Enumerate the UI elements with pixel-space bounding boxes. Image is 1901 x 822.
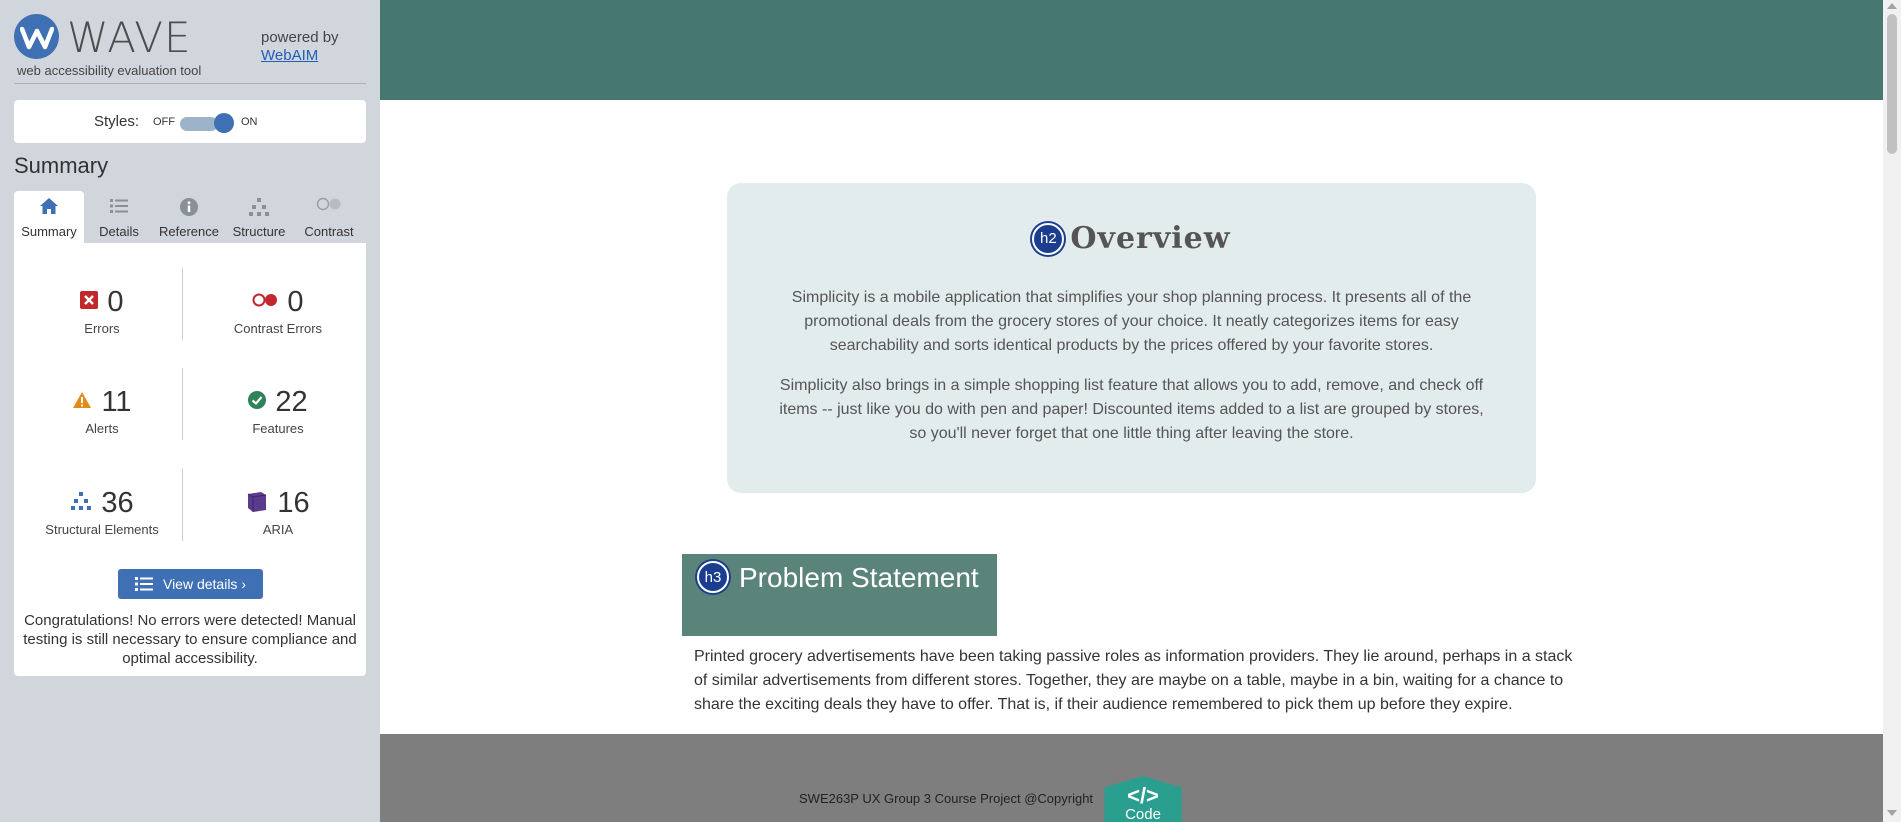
contrast-errors-label: Contrast Errors [233, 321, 323, 336]
structure-icon [224, 197, 294, 217]
summary-heading: Summary [14, 153, 109, 178]
problem-statement-title: Problem Statement [739, 562, 979, 593]
list-icon [84, 197, 154, 217]
problem-statement-heading: Problem Statement h3 [682, 554, 997, 636]
scroll-thumb[interactable] [1887, 14, 1897, 154]
errors-label: Errors [84, 321, 120, 336]
stat-divider [182, 368, 183, 440]
info-icon [154, 197, 224, 217]
structural-count: 36 [101, 486, 134, 519]
feature-icon [248, 390, 267, 414]
structure-icon [70, 491, 92, 516]
scroll-up-arrow-icon[interactable] [1887, 3, 1897, 9]
wave-tagline: web accessibility evaluation tool [17, 63, 202, 78]
tab-summary[interactable]: Summary [14, 191, 84, 243]
tab-contrast-label: Contrast [304, 224, 354, 239]
overview-title: Overview [1070, 221, 1231, 256]
wave-sidebar: WAVE web accessibility evaluation tool p… [0, 0, 380, 822]
stat-errors[interactable]: 0 Errors [22, 285, 182, 336]
contrast-icon [294, 197, 364, 217]
powered-by: powered by WebAIM [261, 29, 339, 65]
styles-toggle-knob[interactable] [214, 113, 234, 133]
features-label: Features [252, 421, 304, 436]
tab-structure[interactable]: Structure [224, 191, 294, 243]
stat-divider [182, 268, 183, 340]
tab-reference-label: Reference [159, 224, 219, 239]
alert-icon [72, 391, 92, 414]
styles-label: Styles: [94, 113, 140, 130]
list-icon [134, 577, 153, 591]
wave-logo-text: WAVE [67, 13, 192, 62]
aria-count: 16 [277, 486, 310, 519]
tab-contrast[interactable]: Contrast [294, 191, 364, 243]
tab-summary-label: Summary [21, 224, 77, 239]
overview-heading: h2 Overview [727, 221, 1536, 256]
overview-paragraph-2: Simplicity also brings in a simple shopp… [779, 377, 1484, 442]
wave-logo-icon[interactable] [14, 14, 59, 59]
styles-on-label: ON [241, 116, 258, 128]
errors-count: 0 [107, 285, 124, 318]
page-scrollbar[interactable] [1883, 0, 1901, 822]
features-count: 22 [275, 385, 308, 418]
code-label: Code [1125, 806, 1161, 822]
tab-details-label: Details [99, 224, 139, 239]
home-icon [14, 197, 84, 217]
stat-aria[interactable]: 16 ARIA [198, 486, 358, 537]
problem-statement-paragraph: Printed grocery advertisements have been… [694, 648, 1573, 713]
site-header [380, 0, 1883, 100]
view-details-button[interactable]: View details › [118, 569, 263, 599]
stat-divider [182, 469, 183, 541]
wave-tabs: Summary Details Reference Structure Cont… [14, 191, 366, 243]
structural-label: Structural Elements [45, 522, 159, 537]
webaim-link[interactable]: WebAIM [261, 47, 318, 64]
styles-toggle[interactable] [180, 117, 218, 131]
site-footer: SWE263P UX Group 3 Course Project @Copyr… [380, 734, 1883, 822]
aria-icon [246, 490, 268, 517]
stat-alerts[interactable]: 11 Alerts [22, 385, 182, 436]
stat-features[interactable]: 22 Features [198, 385, 358, 436]
powered-by-label: powered by [261, 29, 339, 46]
h2-badge-icon[interactable]: h2 [1032, 222, 1065, 255]
overview-paragraph-1: Simplicity is a mobile application that … [791, 289, 1472, 354]
scroll-down-arrow-icon[interactable] [1887, 810, 1897, 816]
styles-toggle-box: Styles: OFF ON [14, 100, 366, 143]
congrats-message: Congratulations! No errors were detected… [23, 612, 357, 667]
view-details-label: View details › [162, 576, 246, 592]
overview-card: h2 Overview Simplicity is a mobile appli… [727, 183, 1536, 493]
footer-copyright: SWE263P UX Group 3 Course Project @Copyr… [799, 791, 1094, 806]
styles-off-label: OFF [153, 116, 175, 128]
summary-panel: 0 Errors 0 Contrast Errors 11 Alerts 22 … [14, 243, 366, 676]
error-icon [80, 290, 99, 314]
contrast-errors-count: 0 [287, 285, 304, 318]
code-link[interactable]: </> Code [1104, 776, 1182, 822]
tab-structure-label: Structure [232, 224, 286, 239]
alerts-label: Alerts [85, 421, 119, 436]
aria-label: ARIA [262, 522, 294, 537]
alerts-count: 11 [101, 385, 132, 418]
page-content: h2 Overview Simplicity is a mobile appli… [380, 0, 1883, 822]
code-icon: </> [1127, 783, 1159, 808]
contrast-error-icon [252, 293, 278, 312]
stat-contrast-errors[interactable]: 0 Contrast Errors [198, 285, 358, 337]
tab-reference[interactable]: Reference [154, 191, 224, 243]
wave-logo-row: WAVE web accessibility evaluation tool p… [14, 14, 366, 84]
stat-structural[interactable]: 36 Structural Elements [22, 486, 182, 538]
tab-details[interactable]: Details [84, 191, 154, 243]
h3-badge-icon[interactable]: h3 [697, 561, 729, 593]
